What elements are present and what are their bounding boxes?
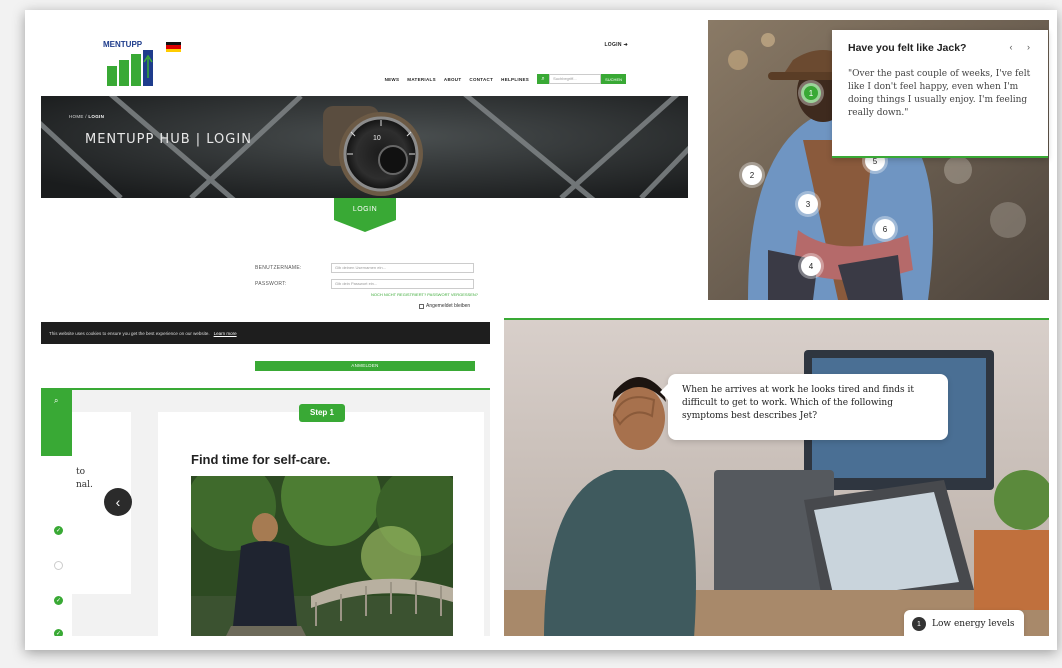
selfcare-panel: ⌕ ✓ ✓ ✓ to nal. ‹ Find time for self-car… xyxy=(41,388,490,636)
step-badge: Step 1 xyxy=(299,404,345,422)
selfcare-photo xyxy=(191,476,453,636)
page-title: MENTUPP HUB | LOGIN xyxy=(85,132,252,147)
jet-office-photo xyxy=(504,320,1049,636)
breadcrumb: HOME / LOGIN xyxy=(69,114,104,119)
cookie-learn-more-link[interactable]: Learn more xyxy=(214,331,237,336)
login-link[interactable]: LOGIN ➜ xyxy=(604,42,628,48)
remember-me-checkbox[interactable]: Angemeldet bleiben xyxy=(419,303,470,309)
answer-label: Low energy levels xyxy=(932,619,1015,629)
checkbox-icon[interactable] xyxy=(419,303,424,309)
hero-banner: 10 HOME / LOGIN MENTUPP HUB | LOGIN xyxy=(41,96,688,198)
search-icon[interactable]: ⌕ xyxy=(54,396,58,406)
login-submit-button[interactable]: ANMELDEN xyxy=(255,361,475,371)
password-row: PASSWORT: Gib dein Passwort ein... xyxy=(255,279,474,289)
nav-materials[interactable]: MATERIALS xyxy=(407,77,436,82)
hotspot-4[interactable]: 4 xyxy=(801,256,821,276)
padlock-fence-image: 10 xyxy=(41,96,688,198)
mentupp-logo-icon[interactable] xyxy=(105,50,157,86)
register-forgot-links[interactable]: NOCH NICHT REGISTRIERT? PASSWORT VERGESS… xyxy=(371,292,478,297)
password-input[interactable]: Gib dein Passwort ein... xyxy=(331,279,474,289)
check-icon[interactable]: ✓ xyxy=(54,526,63,535)
password-label: PASSWORT: xyxy=(255,281,287,287)
previous-text-line: nal. xyxy=(76,480,93,490)
check-icon[interactable]: ✓ xyxy=(54,629,63,636)
cookie-banner: This website uses cookies to ensure you … xyxy=(41,322,490,344)
empty-circle-icon[interactable] xyxy=(54,561,63,570)
nav-helplines[interactable]: HELPLINES xyxy=(501,77,529,82)
search-box: ⌕ Suchbegriff... SUCHEN xyxy=(537,74,626,84)
cookie-text: This website uses cookies to ensure you … xyxy=(49,330,210,336)
previous-step-text: to nal. xyxy=(76,466,93,492)
hotspot-6[interactable]: 6 xyxy=(875,219,895,239)
nav-contact[interactable]: CONTACT xyxy=(469,77,493,82)
jack-quote: "Over the past couple of weeks, I've fel… xyxy=(848,69,1031,118)
search-submit-button[interactable]: SUCHEN xyxy=(601,74,626,84)
username-input[interactable]: Gib deinen Usernamen ein... xyxy=(331,263,474,273)
check-icon[interactable]: ✓ xyxy=(54,596,63,605)
previous-arrow-icon[interactable]: ‹ xyxy=(104,488,132,516)
username-row: BENUTZERNAME: Gib deinen Usernamen ein..… xyxy=(255,263,474,273)
jack-info-card: Have you felt like Jack? ‹ › "Over the p… xyxy=(832,30,1048,158)
german-flag-icon[interactable] xyxy=(166,42,181,52)
card-nav-arrows-icon[interactable]: ‹ › xyxy=(1010,42,1037,52)
step-card: Find time for self-care. xyxy=(158,412,484,636)
login-badge: LOGIN xyxy=(334,198,396,232)
login-arrow-icon: ➜ xyxy=(623,42,628,48)
nav-news[interactable]: NEWS xyxy=(385,77,400,82)
top-navigation: NEWS MATERIALS ABOUT CONTACT HELPLINES ⌕… xyxy=(385,74,626,84)
login-badge-label: LOGIN xyxy=(352,206,378,213)
answer-number: 1 xyxy=(912,617,926,631)
breadcrumb-current: LOGIN xyxy=(88,114,105,119)
mentupp-logo-text: MENTUPP xyxy=(103,40,143,49)
breadcrumb-home[interactable]: HOME / xyxy=(69,114,87,119)
remember-me-label: Angemeldet bleiben xyxy=(426,303,471,309)
answer-option-1[interactable]: 1 Low energy levels xyxy=(904,610,1024,636)
username-label: BENUTZERNAME: xyxy=(255,265,302,271)
nav-about[interactable]: ABOUT xyxy=(444,77,462,82)
jack-card-title: Have you felt like Jack? xyxy=(848,42,967,54)
search-icon[interactable]: ⌕ xyxy=(537,74,550,84)
hotspot-2[interactable]: 2 xyxy=(742,165,762,185)
question-bubble: When he arrives at work he looks tired a… xyxy=(660,374,948,440)
step-title: Find time for self-care. xyxy=(191,452,331,467)
jet-scenario-panel: When he arrives at work he looks tired a… xyxy=(504,318,1049,636)
search-input[interactable]: Suchbegriff... xyxy=(549,74,602,84)
hotspot-1[interactable]: 1 xyxy=(801,83,821,103)
previous-text-line: to xyxy=(76,467,86,477)
svg-text:10: 10 xyxy=(373,135,381,142)
hotspot-3[interactable]: 3 xyxy=(798,194,818,214)
screenshot-collage: MENTUPP LOGIN ➜ NEWS MATERIALS ABOUT CON… xyxy=(25,10,1057,650)
